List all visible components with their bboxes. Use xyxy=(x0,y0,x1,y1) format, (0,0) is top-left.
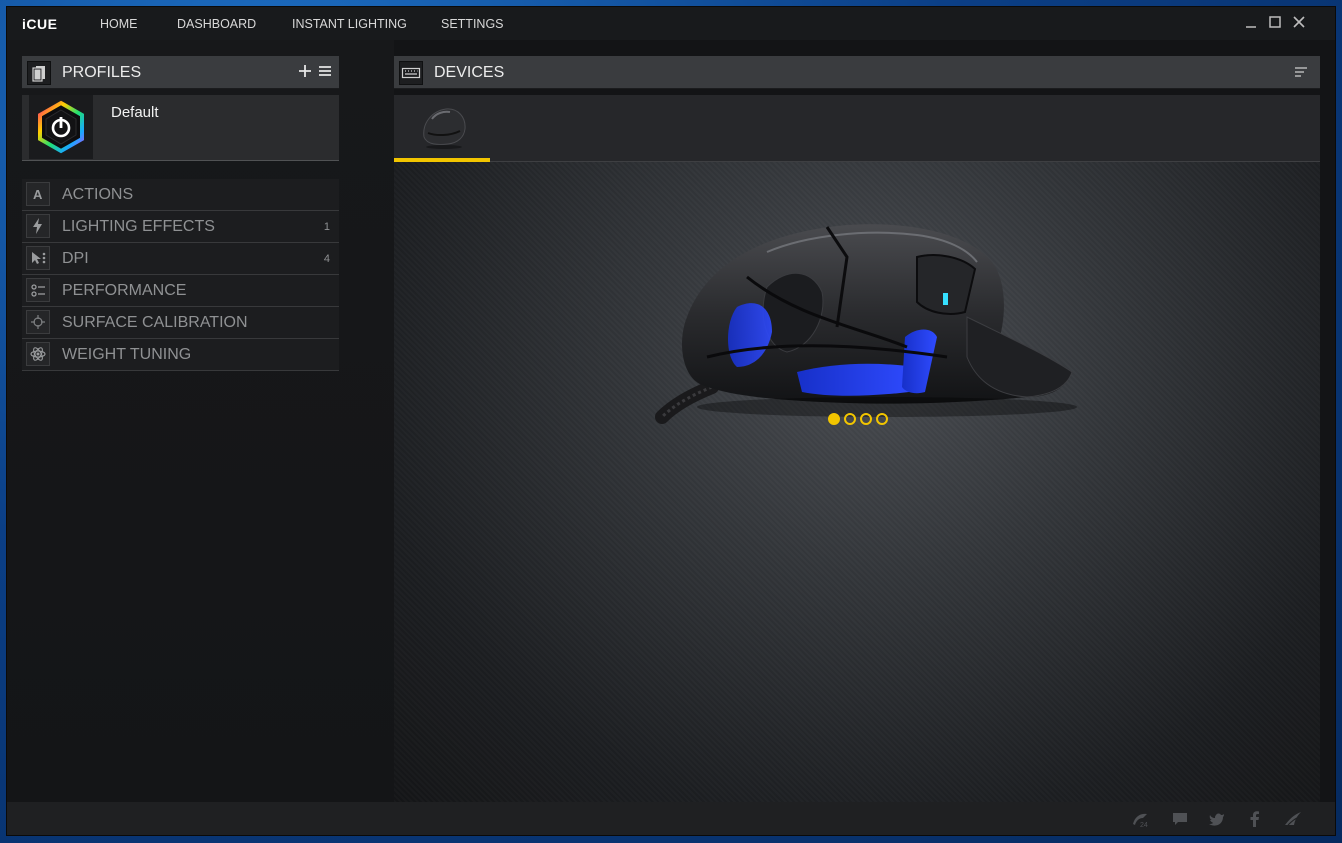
letter-a-icon: A xyxy=(26,182,50,206)
mouse-thumbnail-icon xyxy=(423,108,466,149)
sidebar-item-weight-tuning[interactable]: WEIGHT TUNING xyxy=(22,339,339,371)
svg-text:A: A xyxy=(33,187,43,202)
app-logo: iCUE xyxy=(22,16,58,32)
sidebar-item-label: LIGHTING EFFECTS xyxy=(62,218,215,235)
svg-text:24: 24 xyxy=(1140,822,1148,828)
footer-bar: 24 xyxy=(7,802,1335,835)
device-tab-mouse[interactable] xyxy=(394,95,490,162)
profile-name: Default xyxy=(111,104,159,121)
icue-rgb-icon xyxy=(38,100,84,154)
profiles-title: PROFILES xyxy=(62,64,142,81)
profiles-header: PROFILES xyxy=(22,56,339,89)
crosshair-icon xyxy=(26,310,50,334)
corsair-sails-icon[interactable] xyxy=(1283,810,1301,828)
nav-settings[interactable]: SETTINGS xyxy=(441,17,504,31)
close-button[interactable] xyxy=(1292,15,1306,29)
carousel-dot-4[interactable] xyxy=(876,413,888,425)
sidebar-item-label: ACTIONS xyxy=(62,186,134,203)
carousel-dot-2[interactable] xyxy=(844,413,856,425)
devices-sort-button[interactable] xyxy=(1294,65,1308,79)
sidebar-item-count: 1 xyxy=(323,221,330,233)
chat-icon[interactable] xyxy=(1171,810,1189,828)
sidebar-item-label: DPI xyxy=(62,250,89,267)
carousel-dot-3[interactable] xyxy=(860,413,872,425)
minimize-button[interactable] xyxy=(1244,15,1258,29)
close-icon xyxy=(1293,16,1305,28)
sidebar-item-surface-calibration[interactable]: SURFACE CALIBRATION xyxy=(22,307,339,339)
sidebar-item-label: WEIGHT TUNING xyxy=(62,346,192,363)
devices-title: DEVICES xyxy=(434,64,505,81)
title-bar: iCUE HOME DASHBOARD INSTANT LIGHTING SET… xyxy=(7,7,1335,40)
profile-icon xyxy=(29,95,93,159)
profiles-icon xyxy=(27,61,51,85)
nav-instant-lighting[interactable]: INSTANT LIGHTING xyxy=(292,17,407,31)
nav-home[interactable]: HOME xyxy=(100,17,138,31)
profiles-menu-button[interactable] xyxy=(318,63,332,79)
sidebar-item-count: 4 xyxy=(323,253,330,265)
sidebar-item-performance[interactable]: PERFORMANCE xyxy=(22,275,339,307)
plus-icon xyxy=(299,65,311,77)
lightning-icon xyxy=(26,214,50,238)
sort-lines-icon xyxy=(1295,67,1307,77)
devices-strip xyxy=(394,95,1320,162)
nav-dashboard[interactable]: DASHBOARD xyxy=(177,17,256,31)
add-profile-button[interactable] xyxy=(298,63,312,79)
hamburger-icon xyxy=(319,66,331,76)
devices-header: DEVICES xyxy=(394,56,1320,89)
sidebar-item-dpi[interactable]: DPI 4 xyxy=(22,243,339,275)
sidebar-item-lighting-effects[interactable]: LIGHTING EFFECTS 1 xyxy=(22,211,339,243)
carousel-dot-1[interactable] xyxy=(828,413,840,425)
minimize-icon xyxy=(1246,26,1256,28)
sliders-icon xyxy=(26,278,50,302)
corsair-24-icon[interactable]: 24 xyxy=(1131,810,1149,829)
sidebar-item-actions[interactable]: A ACTIONS xyxy=(22,179,339,211)
keyboard-icon xyxy=(399,61,423,85)
profile-item-default[interactable]: Default xyxy=(22,95,339,161)
maximize-button[interactable] xyxy=(1268,15,1282,29)
sidebar-item-label: SURFACE CALIBRATION xyxy=(62,314,248,331)
dpi-icon xyxy=(26,246,50,270)
sidebar-item-label: PERFORMANCE xyxy=(62,282,187,299)
icue-window: iCUE HOME DASHBOARD INSTANT LIGHTING SET… xyxy=(7,7,1335,835)
maximize-icon xyxy=(1269,16,1281,28)
twitter-icon[interactable] xyxy=(1208,810,1226,828)
facebook-icon[interactable] xyxy=(1246,810,1264,828)
mouse-image xyxy=(655,224,1077,424)
weight-icon xyxy=(26,342,50,366)
